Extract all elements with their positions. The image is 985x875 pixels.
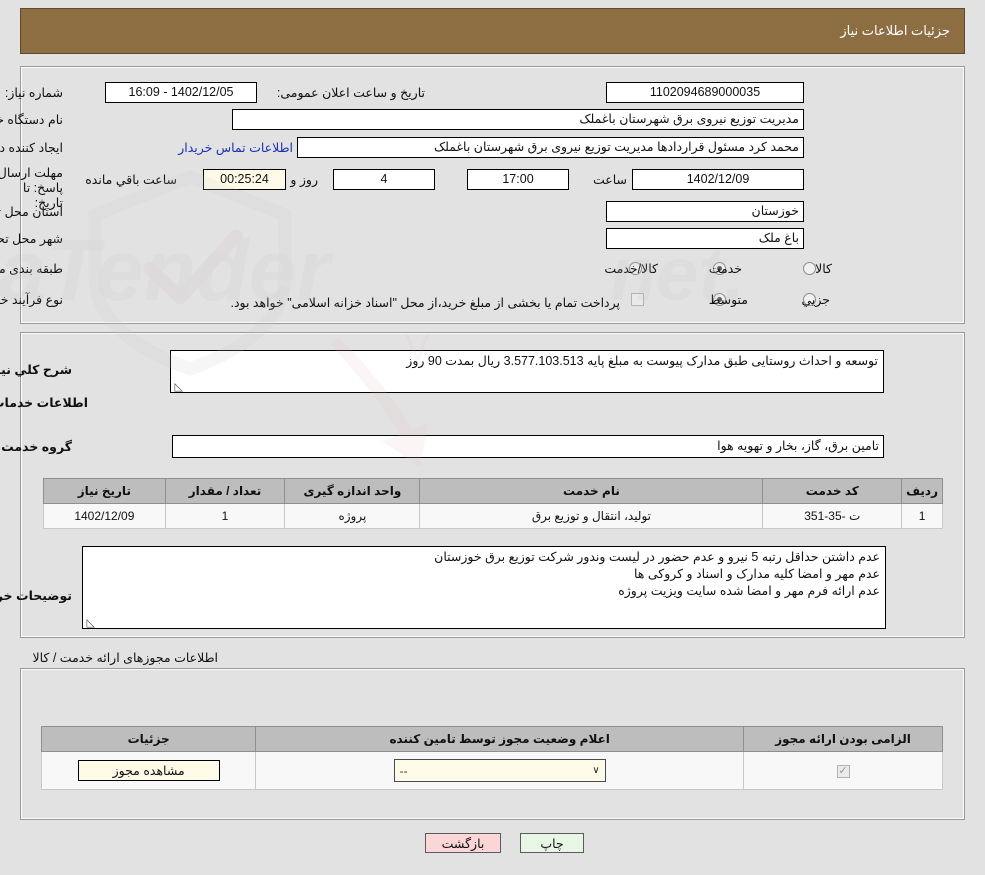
radio-classification-kala[interactable]	[803, 262, 816, 275]
need-number-value: 1102094689000035	[606, 82, 804, 103]
deadline-hour-label: ساعت	[592, 173, 627, 187]
radio-classification-khedmat-label: خدمت	[708, 262, 742, 276]
permits-table: الزامی بودن ارائه مجوز اعلام وضعیت مجوز …	[40, 726, 943, 790]
view-permit-button[interactable]: مشاهده مجوز	[77, 760, 220, 781]
classification-label: طبقه بندی موضوعی:	[0, 262, 63, 276]
services-table: ردیف کد خدمت نام خدمت واحد اندازه گیری ت…	[43, 478, 943, 529]
permit-status-value: --	[399, 763, 408, 778]
page-root: AriaTender .net V جزئیات اطلاعات نیاز شم…	[0, 0, 985, 875]
deadline-date-value: 1402/12/09	[632, 169, 804, 190]
remaining-time-value: 00:25:24	[203, 169, 286, 190]
col-permit-status: اعلام وضعیت مجوز توسط تامین کننده	[255, 726, 745, 752]
buyer-notes-textarea[interactable]: عدم داشتن حداقل رتبه 5 نیرو و عدم حضور د…	[82, 546, 886, 629]
page-title: جزئیات اطلاعات نیاز	[840, 23, 950, 38]
col-service-code: کد خدمت	[762, 478, 903, 504]
table-row: ✓ ∨ -- مشاهده مجوز	[40, 751, 943, 790]
summary-text: توسعه و احداث روستایی طبق مدارک پیوست به…	[406, 354, 878, 368]
summary-label: شرح کلي نیاز:	[0, 363, 72, 377]
cell-permit-details: مشاهده مجوز	[40, 751, 257, 790]
city-value: باغ ملک	[606, 228, 804, 249]
cell-need-date: 1402/12/09	[43, 503, 166, 529]
chevron-down-icon: ∨	[592, 765, 600, 776]
need-number-label: شماره نیاز:	[4, 86, 63, 100]
cell-service-name: تولید، انتقال و توزیع برق	[419, 503, 764, 529]
permit-required-checkbox: ✓	[836, 764, 850, 778]
services-table-header-row: ردیف کد خدمت نام خدمت واحد اندازه گیری ت…	[43, 478, 943, 504]
print-button[interactable]: چاپ	[520, 833, 584, 853]
remaining-days-label: روز و	[290, 173, 318, 187]
col-permit-required: الزامی بودن ارائه مجوز	[743, 726, 943, 752]
cell-permit-required: ✓	[743, 751, 943, 790]
remaining-days-value: 4	[333, 169, 435, 190]
buyer-contact-link[interactable]: اطلاعات تماس خریدار	[178, 141, 293, 156]
cell-unit: پروژه	[284, 503, 421, 529]
page-title-bar: جزئیات اطلاعات نیاز	[20, 8, 965, 54]
creator-label: ایجاد کننده درخواست:	[0, 141, 63, 155]
buyer-org-value: مدیریت توزیع نیروی برق شهرستان باغملک	[232, 109, 804, 130]
radio-purchase-motavaset-label: متوسط	[708, 293, 748, 307]
purchase-type-label: نوع فرآیند خرید :	[0, 293, 63, 307]
permits-caption: اطلاعات مجوزهای ارائه خدمت / کالا	[32, 651, 218, 665]
city-label: شهر محل تحویل:	[0, 232, 63, 246]
announce-datetime-value: 1402/12/05 - 16:09	[105, 82, 257, 103]
province-label: استان محل تحویل:	[0, 205, 63, 219]
need-info-panel	[20, 66, 965, 324]
buyer-notes-label: توضیحات خریدار:	[0, 589, 72, 603]
service-group-label: گروه خدمت:	[0, 440, 72, 454]
col-need-date: تاریخ نیاز	[43, 478, 166, 504]
col-unit: واحد اندازه گیری	[284, 478, 421, 504]
col-permit-details: جزئیات	[40, 726, 257, 752]
cell-quantity: 1	[164, 503, 286, 529]
buyer-notes-line-1: عدم داشتن حداقل رتبه 5 نیرو و عدم حضور د…	[434, 550, 880, 564]
col-radif: ردیف	[901, 478, 943, 504]
col-quantity: تعداد / مقدار	[164, 478, 286, 504]
permits-table-header-row: الزامی بودن ارائه مجوز اعلام وضعیت مجوز …	[40, 726, 943, 752]
treasury-docs-text: پرداخت تمام یا بخشی از مبلغ خرید،از محل …	[230, 296, 620, 310]
cell-service-code: ت -35-351	[762, 503, 903, 529]
service-group-value: تامین برق، گاز، بخار و تهویه هوا	[172, 435, 884, 458]
col-service-name: نام خدمت	[419, 478, 764, 504]
radio-classification-kala-label: کالا	[815, 262, 832, 276]
buyer-notes-line-3: عدم ارائه فرم مهر و امضا شده سایت ویزیت …	[618, 584, 880, 598]
province-value: خوزستان	[606, 201, 804, 222]
resize-grip-icon: ◺	[174, 381, 183, 393]
table-row: 1 ت -35-351 تولید، انتقال و توزیع برق پر…	[43, 503, 943, 529]
radio-purchase-jozei-label: جزیي	[801, 293, 830, 307]
remaining-time-label: ساعت باقي مانده	[85, 173, 177, 187]
permit-status-select[interactable]: ∨ --	[393, 759, 606, 782]
services-heading: اطلاعات خدمات مورد نیاز	[0, 396, 88, 410]
deadline-hour-value: 17:00	[467, 169, 569, 190]
resize-grip-icon: ◺	[86, 617, 95, 629]
radio-classification-kala-khedmat-label: کالا/خدمت	[604, 262, 658, 276]
treasury-docs-checkbox[interactable]	[631, 293, 644, 306]
summary-textarea[interactable]: توسعه و احداث روستایی طبق مدارک پیوست به…	[170, 350, 884, 393]
buyer-notes-line-2: عدم مهر و امضا کلیه مدارک و اسناد و کروک…	[633, 567, 880, 581]
back-button[interactable]: بازگشت	[425, 833, 501, 853]
buyer-org-label: نام دستگاه خریدار:	[0, 113, 63, 127]
creator-value: محمد کرد مسئول قراردادها مدیریت توزیع نی…	[297, 137, 804, 158]
announce-datetime-label: تاریخ و ساعت اعلان عمومی:	[276, 86, 425, 100]
cell-permit-status: ∨ --	[255, 751, 745, 790]
cell-radif: 1	[901, 503, 943, 529]
